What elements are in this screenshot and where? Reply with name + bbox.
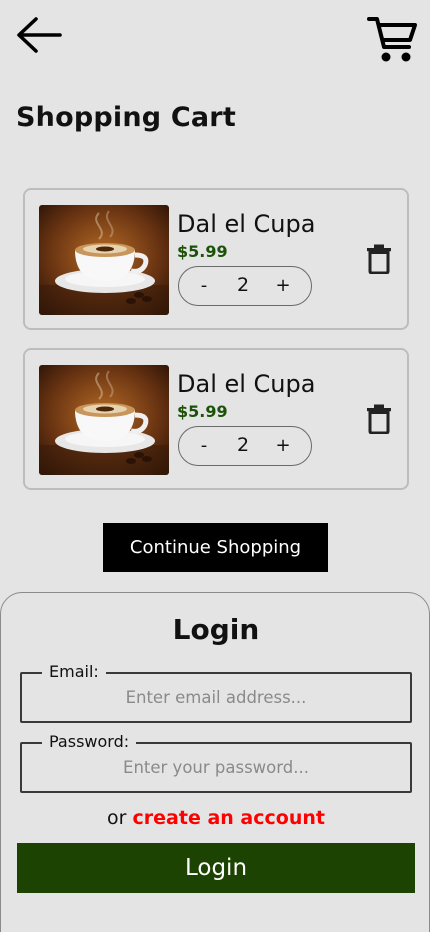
login-button[interactable]: Login (17, 843, 415, 893)
decrement-button[interactable]: - (184, 427, 224, 464)
arrow-left-icon (17, 17, 62, 53)
create-account-link[interactable]: create an account (133, 807, 325, 829)
page-title: Shopping Cart (16, 102, 236, 133)
item-price: $5.99 (177, 402, 228, 421)
create-account-line: or create an account (1, 807, 430, 829)
or-text: or (107, 807, 127, 829)
coffee-cup-image (39, 365, 169, 475)
item-name: Dal el Cupa (177, 210, 316, 238)
cart-button[interactable] (366, 14, 418, 66)
quantity-stepper: - 2 + (178, 426, 312, 466)
coffee-cup-image (39, 205, 169, 315)
trash-icon (367, 244, 391, 275)
email-field: Email: (20, 661, 412, 723)
continue-shopping-button[interactable]: Continue Shopping (103, 523, 328, 572)
delete-item-button[interactable] (365, 404, 393, 435)
item-name: Dal el Cupa (177, 370, 316, 398)
password-input[interactable] (26, 748, 406, 787)
cart-item: Dal el Cupa $5.99 - 2 + (23, 188, 409, 330)
quantity-stepper: - 2 + (178, 266, 312, 306)
quantity-value: 2 (236, 274, 250, 296)
cart-item: Dal el Cupa $5.99 - 2 + (23, 348, 409, 490)
item-price: $5.99 (177, 242, 228, 261)
back-button[interactable] (14, 14, 64, 58)
login-title: Login (172, 613, 260, 646)
delete-item-button[interactable] (365, 244, 393, 275)
increment-button[interactable]: + (263, 427, 303, 464)
decrement-button[interactable]: - (184, 267, 224, 304)
top-bar (0, 0, 430, 80)
quantity-value: 2 (236, 434, 250, 456)
email-input[interactable] (26, 678, 406, 717)
increment-button[interactable]: + (263, 267, 303, 304)
password-field: Password: (20, 731, 412, 793)
shopping-cart-icon (367, 17, 417, 62)
trash-icon (367, 404, 391, 435)
login-panel: Login Email: Password: or create an acco… (0, 592, 430, 932)
